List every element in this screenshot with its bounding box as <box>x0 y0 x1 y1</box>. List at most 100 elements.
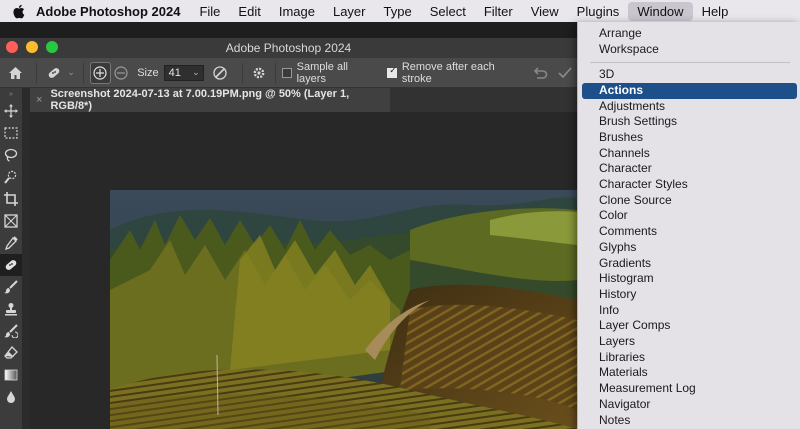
document-tab[interactable]: × Screenshot 2024-07-13 at 7.00.19PM.png… <box>30 88 390 112</box>
sample-all-layers-checkbox[interactable] <box>282 67 292 78</box>
history-brush-icon <box>4 324 18 338</box>
move-tool[interactable] <box>0 100 22 122</box>
window-menu-dropdown: Arrange Workspace 3D Actions Adjustments… <box>577 22 800 429</box>
menu-item-layer-comps[interactable]: Layer Comps <box>582 318 797 334</box>
menu-file[interactable]: File <box>190 2 229 21</box>
menu-item-brushes[interactable]: Brushes <box>582 130 797 146</box>
close-window-button[interactable] <box>6 41 18 53</box>
menu-item-workspace[interactable]: Workspace <box>582 42 797 58</box>
menu-select[interactable]: Select <box>421 2 475 21</box>
menu-item-info[interactable]: Info <box>582 303 797 319</box>
crop-tool[interactable] <box>0 188 22 210</box>
apple-icon <box>12 4 24 18</box>
menu-item-histogram[interactable]: Histogram <box>582 271 797 287</box>
brush-icon <box>4 280 18 294</box>
blur-tool[interactable] <box>0 386 22 408</box>
remove-after-stroke-checkbox[interactable] <box>387 66 397 78</box>
menu-item-gradients[interactable]: Gradients <box>582 256 797 272</box>
lasso-tool[interactable] <box>0 144 22 166</box>
subtract-from-selection-button[interactable] <box>111 65 132 80</box>
menu-item-character[interactable]: Character <box>582 161 797 177</box>
circle-plus-icon <box>93 65 107 80</box>
zoom-window-button[interactable] <box>46 41 58 53</box>
menu-item-character-styles[interactable]: Character Styles <box>582 177 797 193</box>
spot-healing-brush-icon <box>48 67 60 78</box>
commit-button[interactable] <box>553 66 577 79</box>
menu-item-libraries[interactable]: Libraries <box>582 350 797 366</box>
pressure-size-button[interactable] <box>204 65 236 81</box>
eyedropper-tool[interactable] <box>0 232 22 254</box>
gradient-icon <box>4 369 18 381</box>
home-icon <box>8 66 22 79</box>
menu-type[interactable]: Type <box>375 2 421 21</box>
menu-item-glyphs[interactable]: Glyphs <box>582 240 797 256</box>
marquee-tool[interactable] <box>0 122 22 144</box>
menu-item-history[interactable]: History <box>582 287 797 303</box>
home-button[interactable] <box>0 66 30 80</box>
menu-view[interactable]: View <box>522 2 568 21</box>
macos-menu-bar: Adobe Photoshop 2024 File Edit Image Lay… <box>0 0 800 22</box>
menu-edit[interactable]: Edit <box>229 2 269 21</box>
add-to-selection-button[interactable] <box>89 61 111 84</box>
menu-item-materials[interactable]: Materials <box>582 365 797 381</box>
minimize-window-button[interactable] <box>26 41 38 53</box>
menu-help[interactable]: Help <box>693 2 738 21</box>
document-image[interactable] <box>110 190 577 429</box>
frame-icon <box>4 214 18 228</box>
menu-divider <box>590 62 790 63</box>
menu-item-navigator[interactable]: Navigator <box>582 397 797 413</box>
menu-plugins[interactable]: Plugins <box>568 2 629 21</box>
gear-icon <box>253 67 265 78</box>
menu-item-arrange[interactable]: Arrange <box>582 26 797 42</box>
panel-collapse-handle[interactable]: » <box>0 88 22 100</box>
chevron-down-icon[interactable]: ⌄ <box>66 67 77 78</box>
close-tab-icon[interactable]: × <box>36 94 42 106</box>
brush-tool[interactable] <box>0 276 22 298</box>
spot-healing-brush-tool[interactable] <box>0 254 22 276</box>
tool-preset-picker[interactable] <box>43 65 66 81</box>
menu-item-brush-settings[interactable]: Brush Settings <box>582 114 797 130</box>
gradient-tool[interactable] <box>0 364 22 386</box>
circle-minus-icon <box>114 65 128 80</box>
menu-item-clone-source[interactable]: Clone Source <box>582 193 797 209</box>
options-bar: ⌄ Size 41 ⌄ Sample all layers Remove aft… <box>0 58 577 88</box>
remove-after-stroke-label: Remove after each stroke <box>401 60 495 85</box>
menu-item-notes[interactable]: Notes <box>582 413 797 429</box>
quick-selection-tool[interactable] <box>0 166 22 188</box>
menu-window[interactable]: Window <box>628 1 693 21</box>
desktop-strip <box>0 22 577 38</box>
menu-item-measurement-log[interactable]: Measurement Log <box>582 381 797 397</box>
history-brush-tool[interactable] <box>0 320 22 342</box>
frame-tool[interactable] <box>0 210 22 232</box>
window-title: Adobe Photoshop 2024 <box>225 41 352 55</box>
menu-item-color[interactable]: Color <box>582 208 797 224</box>
undo-arrow-icon <box>534 66 548 79</box>
menu-item-channels[interactable]: Channels <box>582 146 797 162</box>
brush-settings-button[interactable] <box>248 66 269 80</box>
size-input[interactable]: 41 ⌄ <box>163 64 204 81</box>
menu-item-comments[interactable]: Comments <box>582 224 797 240</box>
apple-menu[interactable] <box>0 4 36 19</box>
eraser-icon <box>4 346 18 359</box>
healing-bandage-icon <box>5 260 17 270</box>
menu-item-actions[interactable]: Actions <box>582 83 797 99</box>
landscape-photo <box>110 190 577 429</box>
menu-layer[interactable]: Layer <box>324 2 375 21</box>
eraser-tool[interactable] <box>0 342 22 364</box>
toolbar-gutter <box>22 112 30 429</box>
window-controls <box>6 41 58 53</box>
menu-item-3d[interactable]: 3D <box>582 67 797 83</box>
menu-image[interactable]: Image <box>270 2 324 21</box>
reset-button[interactable] <box>528 66 552 80</box>
eyedropper-icon <box>4 236 18 250</box>
rectangle-marquee-icon <box>4 127 18 139</box>
water-drop-icon <box>7 391 15 403</box>
move-icon <box>4 104 18 118</box>
window-title-bar: Adobe Photoshop 2024 <box>0 38 577 58</box>
app-name-menu[interactable]: Adobe Photoshop 2024 <box>36 4 190 19</box>
clone-stamp-tool[interactable] <box>0 298 22 320</box>
menu-filter[interactable]: Filter <box>475 2 522 21</box>
menu-item-adjustments[interactable]: Adjustments <box>582 99 797 115</box>
menu-item-layers[interactable]: Layers <box>582 334 797 350</box>
tools-panel: » <box>0 88 22 429</box>
